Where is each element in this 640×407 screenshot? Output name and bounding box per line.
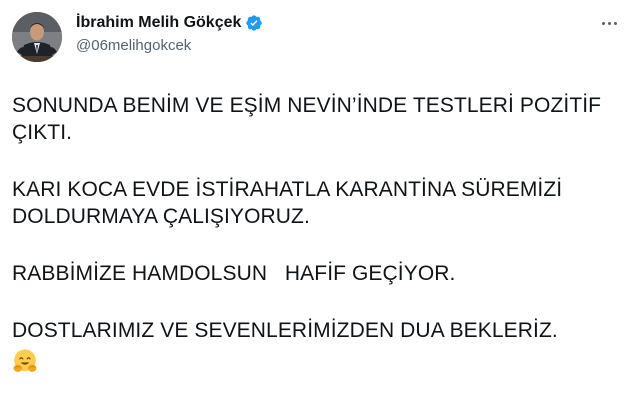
hugging-face-icon [12, 348, 38, 374]
avatar[interactable] [12, 12, 62, 62]
more-options-icon[interactable] [602, 18, 622, 28]
tweet-paragraph: RABBİMİZE HAMDOLSUN HAFİF GEÇİYOR. [12, 262, 456, 285]
author-name[interactable]: İbrahim Melih Gökçek [76, 14, 241, 32]
verified-badge-icon [245, 14, 263, 32]
author-name-row: İbrahim Melih Gökçek [76, 14, 263, 32]
tweet-card: İbrahim Melih Gökçek @06melihgokcek SONU… [0, 0, 640, 407]
author-handle[interactable]: @06melihgokcek [76, 37, 191, 54]
tweet-text: SONUNDA BENİM VE EŞİM NEVİN’İNDE TESTLER… [12, 92, 632, 374]
tweet-paragraph: DOSTLARIMIZ VE SEVENLERİMİZDEN DUA BEKLE… [12, 319, 558, 342]
tweet-paragraph: SONUNDA BENİM VE EŞİM NEVİN’İNDE TESTLER… [12, 94, 608, 144]
tweet-paragraph: KARI KOCA EVDE İSTİRAHATLA KARANTİNA SÜR… [12, 178, 569, 228]
